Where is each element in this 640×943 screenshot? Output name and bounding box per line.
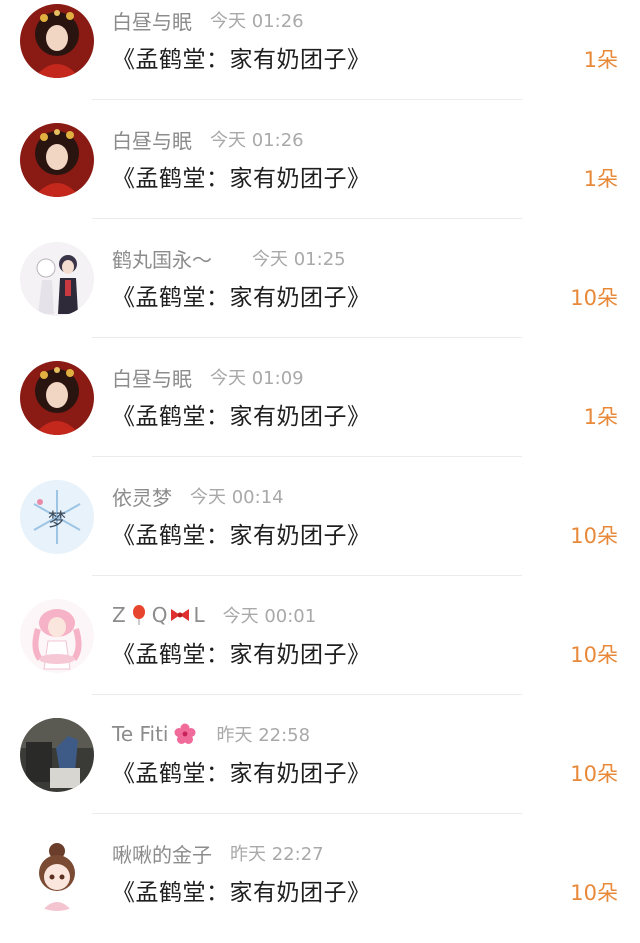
timestamp: 今天 01:25 [252, 249, 346, 270]
list-item[interactable]: 白昼与眠 今天 01:26 《孟鹤堂：家有奶团子》 1朵 [0, 119, 640, 238]
avatar[interactable] [20, 718, 94, 792]
book-title[interactable]: 《孟鹤堂：家有奶团子》 [112, 635, 371, 669]
list-item[interactable]: 鹤丸国永～ 今天 01:25 《孟鹤堂：家有奶团子》 10朵 [0, 238, 640, 357]
avatar[interactable] [20, 4, 94, 78]
book-title[interactable]: 《孟鹤堂：家有奶团子》 [112, 873, 371, 907]
book-title[interactable]: 《孟鹤堂：家有奶团子》 [112, 40, 371, 74]
avatar[interactable]: 梦 [20, 480, 94, 554]
flower-count: 10朵 [570, 762, 618, 786]
item-meta: 白昼与眠 今天 01:26 [112, 125, 304, 153]
username[interactable]: 白昼与眠 [112, 125, 192, 154]
list-item[interactable]: 啾啾的金子 昨天 22:27 《孟鹤堂：家有奶团子》 10朵 [0, 833, 640, 943]
username[interactable]: 依灵梦 [112, 482, 172, 511]
username[interactable]: 白昼与眠 [112, 6, 192, 35]
username[interactable]: Z Q L [112, 603, 205, 627]
book-title[interactable]: 《孟鹤堂：家有奶团子》 [112, 516, 371, 550]
hibiscus-icon [174, 723, 196, 744]
item-meta: 鹤丸国永～ 今天 01:25 [112, 244, 346, 272]
username-part: Z [112, 603, 126, 627]
reward-list: 白昼与眠 今天 01:26 《孟鹤堂：家有奶团子》 1朵 白昼与眠 今天 01:… [0, 0, 640, 943]
timestamp: 昨天 22:58 [216, 725, 311, 746]
item-meta: 啾啾的金子 昨天 22:27 [112, 839, 324, 867]
divider [92, 575, 522, 576]
avatar-red-dress-image [20, 361, 94, 435]
book-title[interactable]: 《孟鹤堂：家有奶团子》 [112, 278, 371, 312]
list-item[interactable]: Z Q L 今天 00:01 《孟鹤堂：家有奶团子》 10朵 [0, 595, 640, 714]
divider [92, 694, 522, 695]
list-item[interactable]: Te Fiti 昨天 22:58 《孟鹤堂：家有奶团子》 10朵 [0, 714, 640, 833]
avatar-snowflake-meng-image: 梦 [20, 480, 94, 554]
item-meta: Z Q L 今天 00:01 [112, 601, 316, 629]
item-meta: 依灵梦 今天 00:14 [112, 482, 284, 510]
divider [92, 456, 522, 457]
book-title[interactable]: 《孟鹤堂：家有奶团子》 [112, 159, 371, 193]
timestamp: 今天 00:01 [222, 606, 317, 627]
flower-count: 10朵 [570, 881, 618, 905]
timestamp: 今天 01:09 [210, 368, 304, 389]
timestamp: 今天 01:26 [210, 130, 304, 151]
flower-count: 10朵 [570, 286, 618, 310]
username[interactable]: 白昼与眠 [112, 363, 192, 392]
flower-count: 1朵 [583, 405, 618, 429]
avatar[interactable] [20, 837, 94, 911]
flower-count: 10朵 [570, 643, 618, 667]
bow-icon [171, 609, 190, 621]
avatar-chibi-girl-image [20, 837, 94, 911]
username[interactable]: 鹤丸国永～ [112, 244, 212, 273]
username-part: L [193, 603, 205, 627]
flower-count: 10朵 [570, 524, 618, 548]
item-meta: Te Fiti 昨天 22:58 [112, 720, 310, 748]
svg-text:梦: 梦 [48, 510, 66, 531]
list-item[interactable]: 白昼与眠 今天 01:26 《孟鹤堂：家有奶团子》 1朵 [0, 0, 640, 119]
avatar-red-dress-image [20, 123, 94, 197]
balloon-icon [132, 605, 145, 625]
avatar-anime-duo-image [20, 242, 94, 316]
username[interactable]: Te Fiti [112, 722, 198, 746]
timestamp: 今天 01:26 [210, 11, 304, 32]
list-item[interactable]: 白昼与眠 今天 01:09 《孟鹤堂：家有奶团子》 1朵 [0, 357, 640, 476]
divider [92, 218, 522, 219]
avatar[interactable] [20, 123, 94, 197]
item-meta: 白昼与眠 今天 01:26 [112, 6, 304, 34]
book-title[interactable]: 《孟鹤堂：家有奶团子》 [112, 754, 371, 788]
item-meta: 白昼与眠 今天 01:09 [112, 363, 304, 391]
book-title[interactable]: 《孟鹤堂：家有奶团子》 [112, 397, 371, 431]
username-part: Q [151, 603, 168, 627]
avatar[interactable] [20, 242, 94, 316]
avatar-red-dress-image [20, 4, 94, 78]
flower-count: 1朵 [583, 48, 618, 72]
avatar-pink-girl-image [20, 599, 94, 673]
timestamp: 昨天 22:27 [230, 844, 324, 865]
divider [92, 813, 522, 814]
avatar[interactable] [20, 361, 94, 435]
username[interactable]: 啾啾的金子 [112, 839, 212, 868]
divider [92, 337, 522, 338]
username-part: Te Fiti [112, 722, 169, 746]
divider [92, 99, 522, 100]
timestamp: 今天 00:14 [190, 487, 284, 508]
flower-count: 1朵 [583, 167, 618, 191]
list-item[interactable]: 梦 依灵梦 今天 00:14 《孟鹤堂：家有奶团子》 10朵 [0, 476, 640, 595]
avatar[interactable] [20, 599, 94, 673]
avatar-photo-jeans-image [20, 718, 94, 792]
